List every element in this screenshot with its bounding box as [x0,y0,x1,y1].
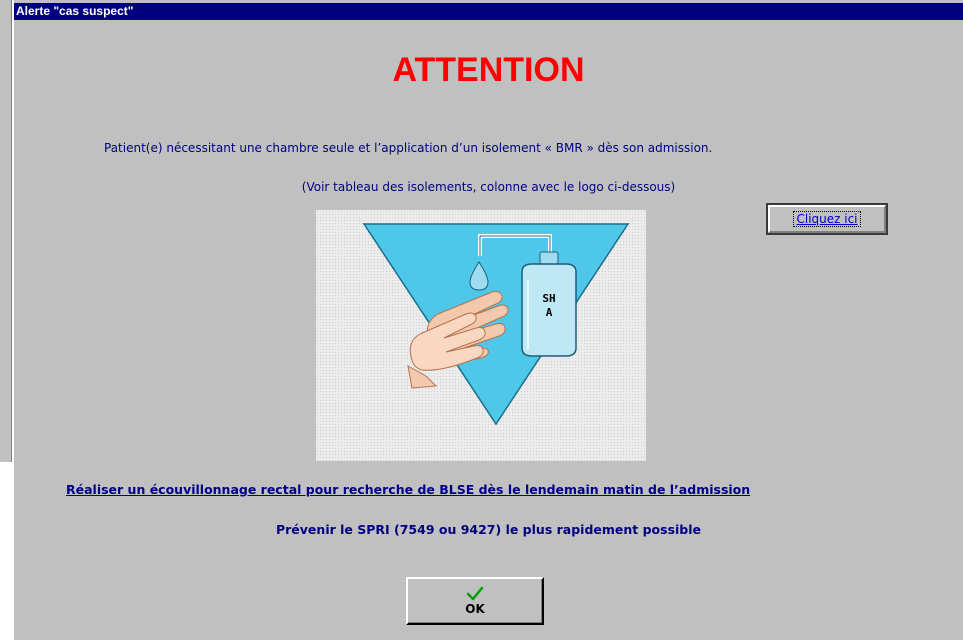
checkmark-icon [466,586,484,601]
ok-button[interactable]: OK [406,577,544,625]
reference-note: (Voir tableau des isolements, colonne av… [301,180,676,194]
dialog-titlebar: Alerte "cas suspect" [14,3,963,20]
alert-dialog: Alerte "cas suspect" ATTENTION Patient(e… [14,0,963,640]
ok-label: OK [465,602,485,616]
click-here-button-face[interactable]: Cliquez ici [768,205,886,233]
hand-hygiene-logo: SHA [316,210,646,461]
background-window-strip [0,0,11,462]
spri-notice: Prévenir le SPRI (7549 ou 9427) le plus … [275,522,702,537]
background-window-edge [11,0,12,462]
sha-label: SHA [542,292,556,319]
rectal-swab-link[interactable]: Réaliser un écouvillonnage rectal pour r… [66,482,750,498]
isolation-message: Patient(e) nécessitant une chambre seule… [104,141,713,155]
click-here-button[interactable]: Cliquez ici [766,203,888,235]
click-here-label[interactable]: Cliquez ici [793,211,861,227]
alert-heading: ATTENTION [392,51,585,89]
hand-hygiene-sha-icon [362,223,630,426]
